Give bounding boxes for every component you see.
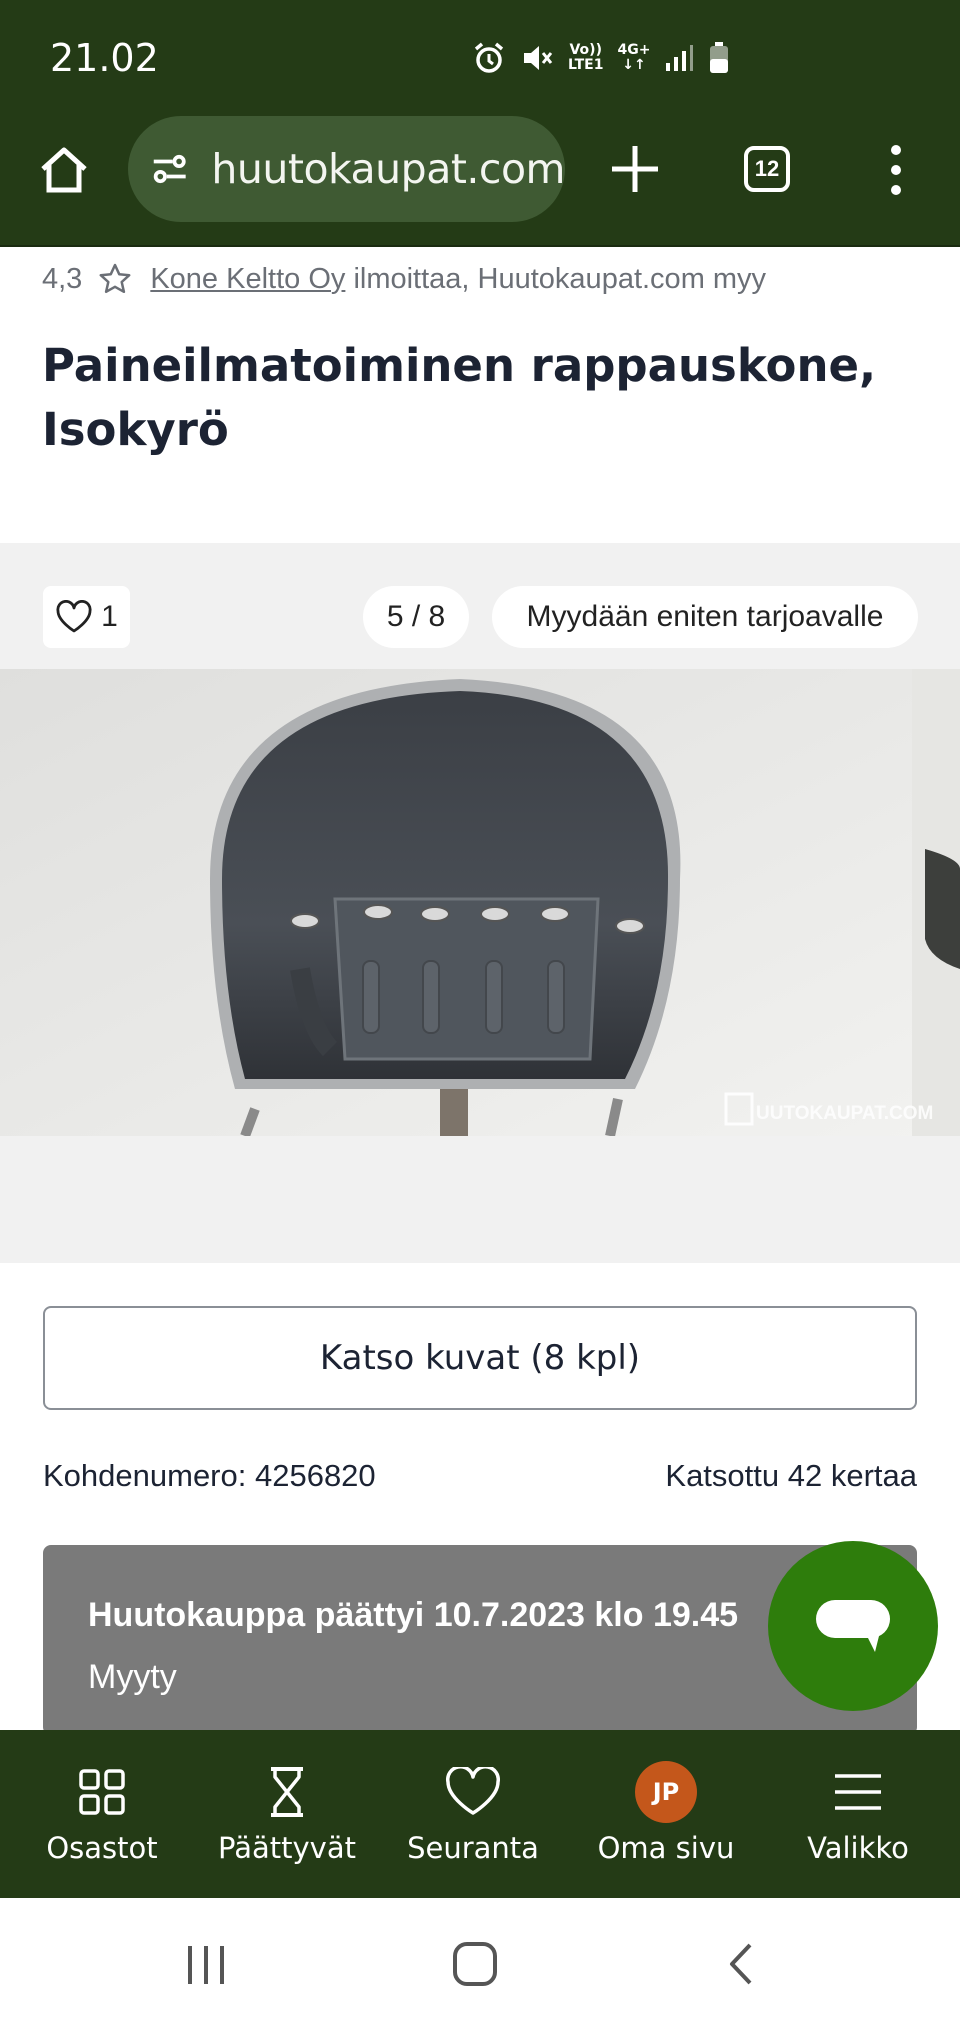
hamburger-icon	[835, 1774, 881, 1810]
view-photos-button[interactable]: Katso kuvat (8 kpl)	[43, 1306, 917, 1410]
sale-type-badge: Myydään eniten tarjoavalle	[492, 586, 918, 648]
listing-photo[interactable]: UUTOKAUPAT.COM	[0, 669, 960, 1136]
site-settings-icon[interactable]	[150, 148, 189, 190]
favorite-button[interactable]: 1	[43, 586, 130, 648]
nav-seuranta[interactable]: Seuranta	[393, 1730, 553, 1898]
nav-label: Osastot	[46, 1831, 158, 1865]
nav-oma-sivu[interactable]: JP Oma sivu	[583, 1730, 749, 1898]
view-count: Katsottu 42 kertaa	[665, 1458, 917, 1493]
system-back-icon[interactable]	[726, 1941, 756, 1987]
url-text: huutokaupat.com	[211, 145, 565, 193]
status-time: 21.02	[50, 36, 159, 80]
nav-valikko[interactable]: Valikko	[778, 1730, 938, 1898]
object-number: Kohdenumero: 4256820	[43, 1458, 376, 1493]
nav-osastot[interactable]: Osastot	[22, 1730, 182, 1898]
status-icons: Vo)) LTE1 4G+ ↓↑	[472, 40, 730, 76]
new-tab-icon[interactable]	[606, 140, 664, 198]
signal-icon	[666, 45, 694, 71]
chat-bubble-icon	[816, 1600, 890, 1652]
system-home-icon[interactable]	[452, 1941, 498, 1987]
seller-rating-row: 4,3 Kone Keltto Oy ilmoittaa, Huutokaupa…	[42, 262, 766, 296]
nav-label: Päättyvät	[218, 1831, 356, 1865]
heart-outline-icon	[56, 600, 92, 633]
network-type: 4G+ ↓↑	[617, 42, 651, 73]
listing-title: Paineilmatoiminen rappauskone, Isokyrö	[42, 339, 877, 456]
address-bar[interactable]: huutokaupat.com	[128, 116, 565, 222]
rating-value: 4,3	[42, 262, 83, 295]
chat-button[interactable]	[768, 1541, 938, 1711]
home-button[interactable]	[32, 138, 96, 202]
nav-paattyvat[interactable]: Päättyvät	[202, 1730, 372, 1898]
watermark-text: UUTOKAUPAT.COM	[756, 1103, 933, 1124]
nav-label: Oma sivu	[597, 1831, 735, 1865]
seller-link[interactable]: Kone Keltto Oy	[150, 263, 345, 296]
home-icon	[41, 147, 87, 193]
heart-icon	[446, 1767, 500, 1815]
photo-counter: 5 / 8	[363, 586, 469, 648]
grid-icon	[79, 1769, 125, 1815]
battery-icon	[710, 42, 729, 73]
nav-label: Seuranta	[407, 1831, 539, 1865]
seller-text: ilmoittaa, Huutokaupat.com myy	[345, 262, 767, 295]
tab-switcher-button[interactable]: 12	[744, 146, 790, 192]
sold-status: Myyty	[88, 1658, 177, 1696]
more-options-icon[interactable]	[880, 142, 912, 198]
hourglass-icon	[271, 1767, 303, 1817]
volte-indicator: Vo)) LTE1	[568, 42, 604, 73]
recent-apps-icon[interactable]	[186, 1944, 228, 1986]
auction-end-text: Huutokauppa päättyi 10.7.2023 klo 19.45	[88, 1596, 739, 1634]
alarm-icon	[474, 42, 504, 73]
mute-icon	[524, 46, 553, 70]
nav-label: Valikko	[807, 1831, 909, 1865]
favorite-count: 1	[101, 600, 118, 633]
avatar: JP	[635, 1761, 697, 1823]
star-icon	[99, 263, 131, 294]
